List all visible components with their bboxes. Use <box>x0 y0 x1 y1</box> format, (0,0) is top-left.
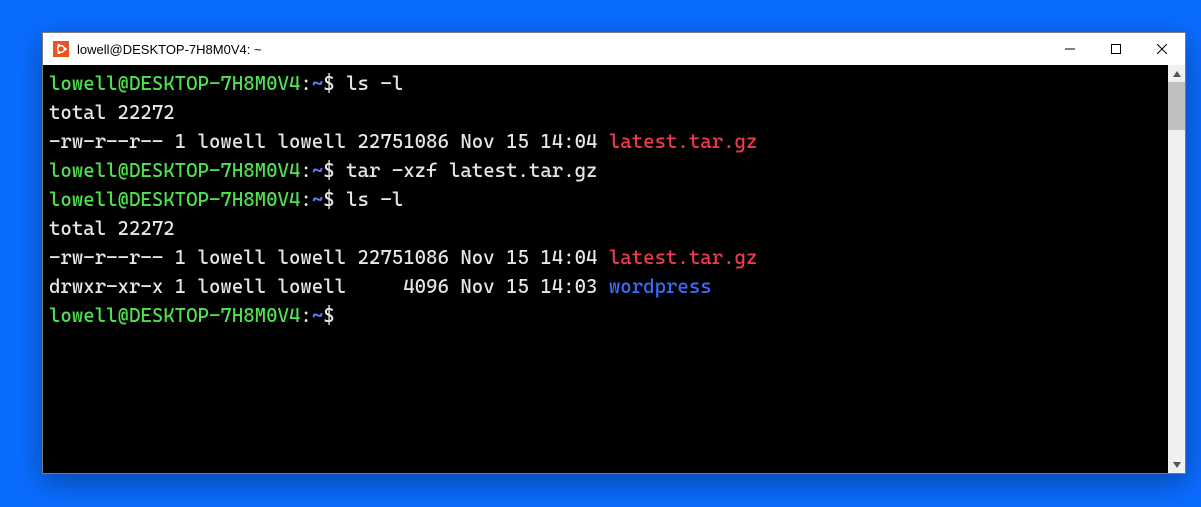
terminal-body: lowell@DESKTOP-7H8M0V4:~$ ls -ltotal 222… <box>43 65 1185 473</box>
scroll-thumb[interactable] <box>1168 82 1185 130</box>
scrollbar[interactable] <box>1168 65 1185 473</box>
terminal-output[interactable]: lowell@DESKTOP-7H8M0V4:~$ ls -ltotal 222… <box>43 65 1168 473</box>
prompt-colon: : <box>300 72 311 95</box>
ls-meta: drwxr-xr-x 1 lowell lowell 4096 Nov 15 1… <box>49 275 609 298</box>
prompt-path: ~ <box>312 304 323 327</box>
prompt-symbol: $ <box>323 188 346 211</box>
prompt-user-host: lowell@DESKTOP-7H8M0V4 <box>49 72 300 95</box>
prompt-path: ~ <box>312 159 323 182</box>
terminal-line: lowell@DESKTOP-7H8M0V4:~$ <box>49 301 1162 330</box>
terminal-line: -rw-r--r-- 1 lowell lowell 22751086 Nov … <box>49 127 1162 156</box>
command-text: ls -l <box>346 72 403 95</box>
terminal-line: lowell@DESKTOP-7H8M0V4:~$ ls -l <box>49 69 1162 98</box>
prompt-colon: : <box>300 188 311 211</box>
scroll-up-button[interactable] <box>1168 65 1185 82</box>
ls-meta: -rw-r--r-- 1 lowell lowell 22751086 Nov … <box>49 130 609 153</box>
titlebar[interactable]: lowell@DESKTOP-7H8M0V4: ~ <box>43 33 1185 65</box>
ls-filename: latest.tar.gz <box>609 246 758 269</box>
close-button[interactable] <box>1139 33 1185 65</box>
terminal-line: drwxr-xr-x 1 lowell lowell 4096 Nov 15 1… <box>49 272 1162 301</box>
prompt-symbol: $ <box>323 72 346 95</box>
terminal-line: lowell@DESKTOP-7H8M0V4:~$ ls -l <box>49 185 1162 214</box>
prompt-colon: : <box>300 304 311 327</box>
ubuntu-icon <box>53 41 69 57</box>
prompt-symbol: $ <box>323 159 346 182</box>
terminal-line: lowell@DESKTOP-7H8M0V4:~$ tar -xzf lates… <box>49 156 1162 185</box>
prompt-user-host: lowell@DESKTOP-7H8M0V4 <box>49 304 300 327</box>
minimize-button[interactable] <box>1047 33 1093 65</box>
command-text: tar -xzf latest.tar.gz <box>346 159 597 182</box>
terminal-window: lowell@DESKTOP-7H8M0V4: ~ lowell@DESKTOP… <box>42 32 1186 474</box>
window-title: lowell@DESKTOP-7H8M0V4: ~ <box>77 42 1047 57</box>
scroll-track[interactable] <box>1168 82 1185 456</box>
ls-filename: wordpress <box>609 275 712 298</box>
ls-meta: -rw-r--r-- 1 lowell lowell 22751086 Nov … <box>49 246 609 269</box>
terminal-line: -rw-r--r-- 1 lowell lowell 22751086 Nov … <box>49 243 1162 272</box>
prompt-path: ~ <box>312 72 323 95</box>
command-text: ls -l <box>346 188 403 211</box>
prompt-user-host: lowell@DESKTOP-7H8M0V4 <box>49 159 300 182</box>
terminal-line: total 22272 <box>49 214 1162 243</box>
prompt-user-host: lowell@DESKTOP-7H8M0V4 <box>49 188 300 211</box>
ls-filename: latest.tar.gz <box>609 130 758 153</box>
window-controls <box>1047 33 1185 65</box>
terminal-line: total 22272 <box>49 98 1162 127</box>
prompt-colon: : <box>300 159 311 182</box>
prompt-symbol: $ <box>323 304 346 327</box>
prompt-path: ~ <box>312 188 323 211</box>
scroll-down-button[interactable] <box>1168 456 1185 473</box>
maximize-button[interactable] <box>1093 33 1139 65</box>
